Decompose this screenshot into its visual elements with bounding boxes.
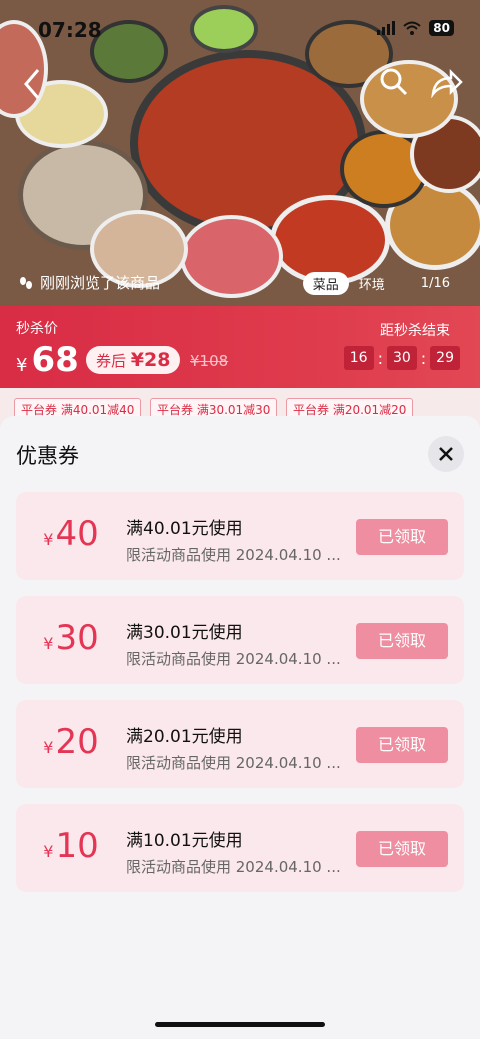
after-coupon-price: ¥28 (130, 349, 171, 371)
coupon-description: 限活动商品使用 2024.04.10 ... (126, 546, 341, 564)
coupon-amount: ¥30 (16, 618, 126, 658)
coupon-claimed-button[interactable]: 已领取 (356, 519, 448, 555)
flash-price-value: 68 (31, 340, 79, 380)
coupon-description: 限活动商品使用 2024.04.10 ... (126, 650, 341, 668)
photo-plate (180, 215, 283, 298)
back-button[interactable] (14, 66, 50, 102)
share-icon (431, 68, 463, 99)
recently-viewed-text: 刚刚浏览了该商品 (40, 274, 161, 292)
share-button[interactable] (428, 66, 464, 102)
coupon-card: ¥40 满40.01元使用 限活动商品使用 2024.04.10 ... 已领取 (16, 492, 464, 580)
coupon-amount: ¥10 (16, 826, 126, 866)
flash-sale-label: 秒杀价 (16, 321, 58, 337)
close-icon (439, 447, 453, 461)
countdown-seconds: 29 (430, 346, 460, 370)
gallery-tags: 菜品 环境 1/16 (302, 272, 450, 295)
coupon-claimed-button[interactable]: 已领取 (356, 623, 448, 659)
wifi-icon (403, 21, 421, 35)
coupon-sheet: 优惠券 ¥40 满40.01元使用 限活动商品使用 2024.04.10 ...… (0, 416, 480, 1039)
coupon-amount: ¥20 (16, 722, 126, 762)
yen-symbol: ¥ (43, 842, 54, 861)
coupon-claimed-button[interactable]: 已领取 (356, 727, 448, 763)
coupon-amount-value: 10 (55, 826, 99, 866)
tab-environment[interactable]: 环境 (359, 274, 385, 293)
countdown-timer: 16 : 30 : 29 (343, 346, 460, 370)
countdown-separator: : (420, 348, 427, 368)
coupon-condition: 满30.01元使用 (126, 623, 243, 643)
coupon-amount: ¥40 (16, 514, 126, 554)
recently-viewed-hint: 刚刚浏览了该商品 (18, 272, 160, 293)
flash-sale-bar: 秒杀价 ¥68 券后 ¥28 ¥108 距秒杀结束 16 : 30 : 29 (0, 306, 480, 388)
after-coupon-label: 券后 (96, 352, 127, 370)
coupon-condition: 满10.01元使用 (126, 831, 243, 851)
signal-icon (377, 21, 396, 35)
yen-symbol: ¥ (16, 355, 28, 376)
flash-price: ¥68 (16, 340, 79, 380)
coupon-card: ¥10 满10.01元使用 限活动商品使用 2024.04.10 ... 已领取 (16, 804, 464, 892)
yen-symbol: ¥ (43, 530, 54, 549)
coupon-description: 限活动商品使用 2024.04.10 ... (126, 858, 341, 876)
page-indicator: 1/16 (420, 276, 450, 291)
coupon-amount-value: 40 (55, 514, 99, 554)
countdown-hours: 16 (343, 346, 374, 370)
after-coupon-badge: 券后 ¥28 (86, 346, 181, 374)
home-indicator[interactable] (155, 1022, 325, 1027)
coupon-description: 限活动商品使用 2024.04.10 ... (126, 754, 341, 772)
yen-symbol: ¥ (43, 738, 54, 757)
countdown-separator: : (377, 348, 383, 368)
coupon-card: ¥20 满20.01元使用 限活动商品使用 2024.04.10 ... 已领取 (16, 700, 464, 788)
coupon-condition: 满40.01元使用 (126, 519, 243, 539)
status-icons: 80 (377, 20, 454, 36)
status-bar: 07:28 80 (0, 0, 480, 56)
countdown-minutes: 30 (386, 346, 417, 370)
coupon-amount-value: 20 (55, 722, 99, 762)
sheet-title: 优惠券 (16, 444, 79, 468)
coupon-amount-value: 30 (55, 618, 99, 658)
search-button[interactable] (376, 66, 412, 102)
status-time: 07:28 (38, 18, 102, 42)
search-icon (380, 68, 408, 96)
coupon-condition: 满20.01元使用 (126, 727, 243, 747)
battery-icon: 80 (429, 20, 454, 36)
yen-symbol: ¥ (43, 634, 54, 653)
original-price: ¥108 (190, 352, 229, 370)
countdown-label: 距秒杀结束 (380, 323, 450, 339)
coupon-card: ¥30 满30.01元使用 限活动商品使用 2024.04.10 ... 已领取 (16, 596, 464, 684)
back-icon (24, 69, 40, 99)
coupon-claimed-button[interactable]: 已领取 (356, 831, 448, 867)
close-button[interactable] (428, 436, 464, 472)
footprint-icon (20, 276, 32, 289)
tab-dishes[interactable]: 菜品 (302, 272, 349, 295)
